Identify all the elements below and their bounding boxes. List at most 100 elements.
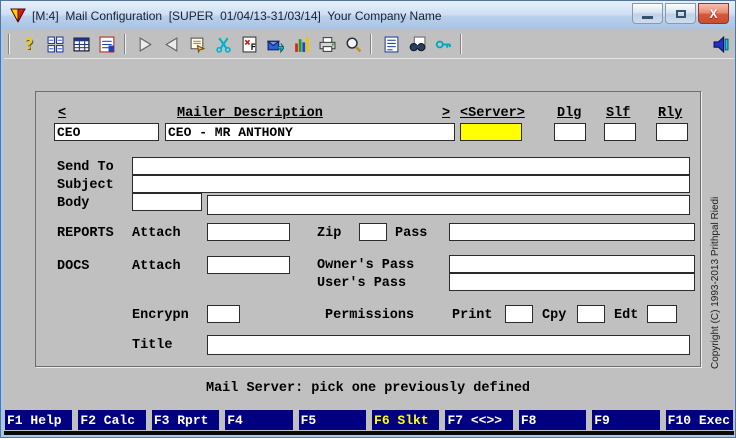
header-rly: Rly <box>658 106 683 121</box>
properties-button[interactable] <box>184 33 210 55</box>
subject-label: Subject <box>57 178 114 193</box>
exit-button[interactable] <box>708 33 734 55</box>
docs-label: DOCS <box>57 259 90 274</box>
cut-scissors-icon <box>215 37 231 53</box>
previous-arrow-icon <box>164 36 177 52</box>
encrypn-label: Encrypn <box>132 308 189 323</box>
help-button[interactable]: ? <box>16 33 42 55</box>
mailer-description-field[interactable] <box>165 123 455 141</box>
maximize-icon <box>675 9 686 18</box>
app-logo-icon <box>10 8 26 22</box>
print-button[interactable] <box>314 33 340 55</box>
send-mail-icon <box>266 40 284 53</box>
title-field[interactable] <box>207 335 690 355</box>
zoom-button[interactable] <box>340 33 366 55</box>
find-binoculars-icon <box>409 36 425 51</box>
fkey-f4[interactable]: F4 <box>225 410 293 430</box>
send-to-label: Send To <box>57 160 114 175</box>
header-server: <Server> <box>460 106 525 121</box>
pass-label: Pass <box>395 226 428 241</box>
header-slf: Slf <box>606 106 631 121</box>
svg-text:F: F <box>250 42 255 52</box>
zoom-magnifier-icon <box>345 36 361 52</box>
properties-icon <box>190 37 205 53</box>
rly-field[interactable] <box>656 123 688 141</box>
toolbar-separator <box>370 34 372 54</box>
list-button[interactable] <box>378 33 404 55</box>
chart-icon <box>294 37 309 52</box>
title-label: Title <box>132 338 173 353</box>
subject-field[interactable] <box>132 175 690 193</box>
toolbar-separator <box>124 34 126 54</box>
chart-button[interactable] <box>288 33 314 55</box>
cpy-label: Cpy <box>542 308 567 323</box>
permissions-label: Permissions <box>325 308 415 323</box>
key-icon <box>435 40 451 48</box>
mailer-code-field[interactable] <box>54 123 159 141</box>
server-field[interactable] <box>460 123 522 141</box>
status-message: Mail Server: pick one previously defined <box>205 381 531 396</box>
calendar-button[interactable] <box>94 33 120 55</box>
header-mailer-description: Mailer Description <box>177 106 323 121</box>
minimize-button[interactable] <box>632 3 663 24</box>
users-pass-label: User's Pass <box>317 276 407 291</box>
fkey-f6-slkt[interactable]: F6 Slkt <box>372 410 440 430</box>
print-label: Print <box>452 308 493 323</box>
previous-button[interactable] <box>158 33 184 55</box>
key-button[interactable] <box>430 33 456 55</box>
minimize-icon <box>642 16 653 19</box>
find-button[interactable] <box>404 33 430 55</box>
fkey-f1-help[interactable]: F1 Help <box>5 410 73 430</box>
fkey-f10-exec[interactable]: F10 Exec <box>665 410 734 430</box>
docs-attach-field[interactable] <box>207 256 290 274</box>
function-key-bar: F1 Help F2 Calc F3 Rprt F4 F5 F6 Slkt F7… <box>4 409 734 431</box>
send-mail-button[interactable] <box>262 33 288 55</box>
help-icon: ? <box>24 35 34 53</box>
list-icon <box>384 36 398 52</box>
titlebar: [M:4] Mail Configuration [SUPER 01/04/13… <box>1 1 735 30</box>
zip-field[interactable] <box>359 223 387 241</box>
reports-pass-field[interactable] <box>449 223 695 241</box>
grid-button[interactable] <box>42 33 68 55</box>
owners-pass-field[interactable] <box>449 255 695 273</box>
form-button[interactable]: F <box>236 33 262 55</box>
reports-label: REPORTS <box>57 226 114 241</box>
dlg-field[interactable] <box>554 123 586 141</box>
toolbar-separator <box>460 34 462 54</box>
cpy-field[interactable] <box>577 305 605 323</box>
next-arrow-icon <box>139 36 152 52</box>
calendar-icon <box>99 36 114 52</box>
table-button[interactable] <box>68 33 94 55</box>
encrypn-field[interactable] <box>207 305 240 323</box>
send-to-field[interactable] <box>132 157 690 175</box>
body-text-field[interactable] <box>207 195 690 215</box>
table-icon <box>73 37 89 51</box>
maximize-button[interactable] <box>665 3 696 24</box>
reports-attach-field[interactable] <box>207 223 290 241</box>
main-area: < Mailer Description > <Server> Dlg Slf … <box>4 59 734 409</box>
app-window: [M:4] Mail Configuration [SUPER 01/04/13… <box>0 0 736 438</box>
fkey-f5[interactable]: F5 <box>298 410 367 430</box>
header-open-bracket: < <box>58 106 67 121</box>
slf-field[interactable] <box>604 123 636 141</box>
print-field[interactable] <box>505 305 533 323</box>
grid-icon <box>47 36 63 52</box>
header-dlg: Dlg <box>557 106 582 121</box>
reports-attach-label: Attach <box>132 226 181 241</box>
edt-label: Edt <box>614 308 639 323</box>
users-pass-field[interactable] <box>449 273 695 291</box>
fkey-f8[interactable]: F8 <box>518 410 587 430</box>
exit-speaker-icon <box>713 35 729 53</box>
header-close-bracket: > <box>442 106 451 121</box>
fkey-f9[interactable]: F9 <box>592 410 660 430</box>
body-code-field[interactable] <box>132 193 202 211</box>
cut-button[interactable] <box>210 33 236 55</box>
next-button[interactable] <box>132 33 158 55</box>
fkey-f3-rprt[interactable]: F3 Rprt <box>151 410 220 430</box>
fkey-f7-browse[interactable]: F7 <<>> <box>445 410 513 430</box>
fkey-f2-calc[interactable]: F2 Calc <box>78 410 146 430</box>
docs-attach-label: Attach <box>132 259 181 274</box>
close-button[interactable]: X <box>698 3 729 24</box>
edt-field[interactable] <box>647 305 677 323</box>
form-f-icon: F <box>242 36 256 52</box>
